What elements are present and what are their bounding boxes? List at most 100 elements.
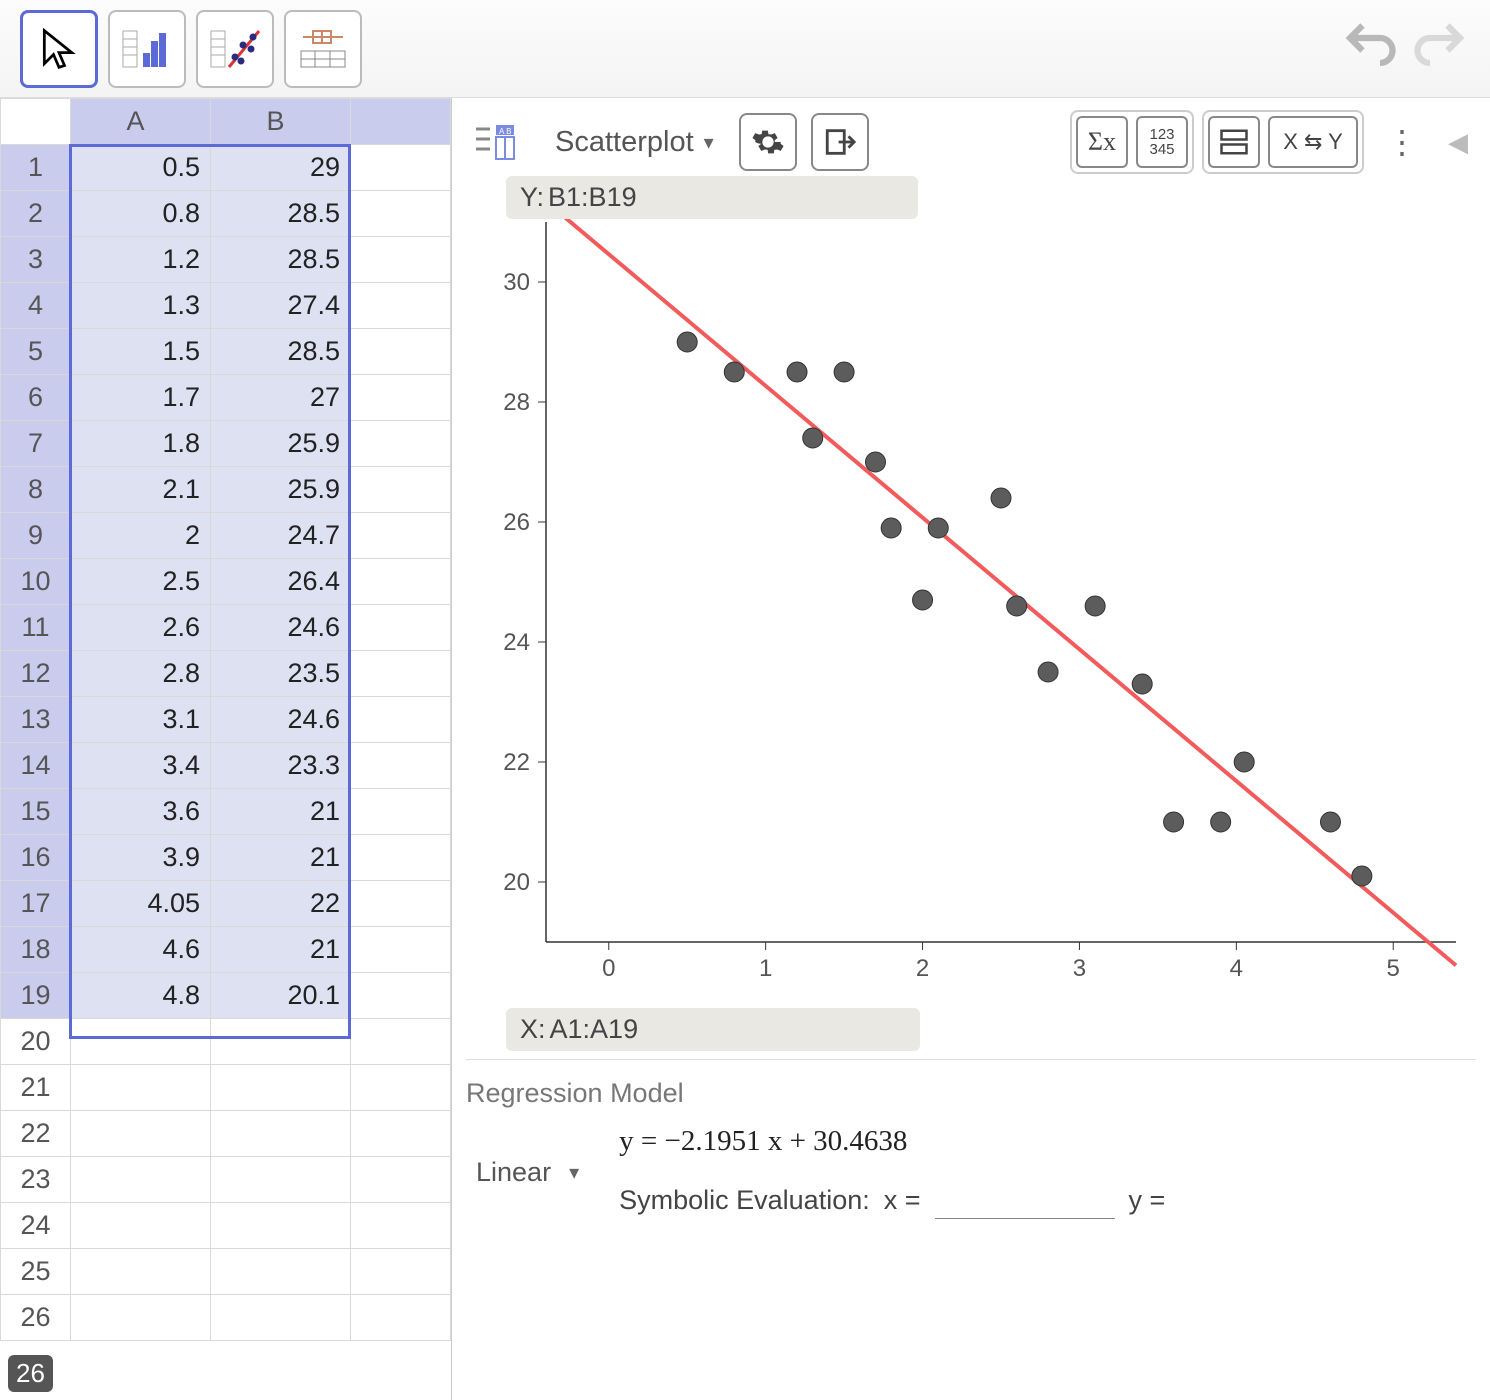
cell[interactable]: 28.5 (211, 237, 351, 283)
row-header[interactable]: 12 (1, 651, 71, 697)
sheet-row[interactable]: 163.921 (1, 835, 451, 881)
cell[interactable]: 2 (71, 513, 211, 559)
cell[interactable]: 23.5 (211, 651, 351, 697)
cell[interactable]: 21 (211, 927, 351, 973)
more-options-button[interactable]: ⋮ (1372, 123, 1432, 161)
cell[interactable]: 24.6 (211, 605, 351, 651)
sheet-row[interactable]: 24 (1, 1203, 451, 1249)
cell[interactable] (351, 881, 451, 927)
cell[interactable]: 4.8 (71, 973, 211, 1019)
cell[interactable] (71, 1065, 211, 1111)
row-header[interactable]: 15 (1, 789, 71, 835)
col-header-A[interactable]: A (71, 99, 211, 145)
cell[interactable]: 3.4 (71, 743, 211, 789)
cell[interactable] (351, 1249, 451, 1295)
cell[interactable] (211, 1019, 351, 1065)
col-header-empty[interactable] (351, 99, 451, 145)
x-axis-range-badge[interactable]: X:A1:A19 (506, 1008, 920, 1051)
sheet-row[interactable]: 102.526.4 (1, 559, 451, 605)
sheet-row[interactable]: 112.624.6 (1, 605, 451, 651)
row-header[interactable]: 9 (1, 513, 71, 559)
cell[interactable] (211, 1111, 351, 1157)
sheet-row[interactable]: 26 (1, 1295, 451, 1341)
sheet-row[interactable]: 23 (1, 1157, 451, 1203)
cell[interactable]: 1.5 (71, 329, 211, 375)
cell[interactable]: 1.3 (71, 283, 211, 329)
cell[interactable]: 3.1 (71, 697, 211, 743)
cell[interactable]: 28.5 (211, 191, 351, 237)
row-header[interactable]: 23 (1, 1157, 71, 1203)
cell[interactable]: 21 (211, 835, 351, 881)
cell[interactable] (351, 191, 451, 237)
cell[interactable] (351, 1019, 451, 1065)
row-header[interactable]: 21 (1, 1065, 71, 1111)
cell[interactable]: 20.1 (211, 973, 351, 1019)
data-source-toggle[interactable]: A B (466, 113, 524, 171)
cell[interactable]: 3.6 (71, 789, 211, 835)
cell[interactable] (71, 1019, 211, 1065)
cell[interactable] (211, 1065, 351, 1111)
cell[interactable] (351, 651, 451, 697)
cell[interactable]: 21 (211, 789, 351, 835)
cell[interactable] (351, 237, 451, 283)
col-header-B[interactable]: B (211, 99, 351, 145)
cell[interactable] (211, 1203, 351, 1249)
sheet-row[interactable]: 25 (1, 1249, 451, 1295)
cell[interactable] (351, 145, 451, 191)
swap-xy-button[interactable]: X ⇆ Y (1268, 116, 1358, 168)
cell[interactable]: 0.8 (71, 191, 211, 237)
row-header[interactable]: 20 (1, 1019, 71, 1065)
show-second-plot-button[interactable] (1208, 116, 1260, 168)
two-var-regression-button[interactable] (196, 10, 274, 88)
row-header[interactable]: 6 (1, 375, 71, 421)
cell[interactable] (71, 1111, 211, 1157)
cell[interactable] (351, 1065, 451, 1111)
cell[interactable] (351, 789, 451, 835)
cell[interactable] (351, 835, 451, 881)
row-header[interactable]: 2 (1, 191, 71, 237)
corner-cell[interactable] (1, 99, 71, 145)
row-header[interactable]: 13 (1, 697, 71, 743)
cell[interactable] (351, 1295, 451, 1341)
cell[interactable] (351, 605, 451, 651)
cell[interactable]: 24.7 (211, 513, 351, 559)
sheet-row[interactable]: 143.423.3 (1, 743, 451, 789)
multi-var-analysis-button[interactable] (284, 10, 362, 88)
cell[interactable]: 0.5 (71, 145, 211, 191)
cell[interactable] (351, 329, 451, 375)
cell[interactable] (351, 927, 451, 973)
cell[interactable] (71, 1295, 211, 1341)
cell[interactable]: 24.6 (211, 697, 351, 743)
regression-type-select[interactable]: Linear ▾ (466, 1151, 589, 1194)
row-header[interactable]: 11 (1, 605, 71, 651)
cell[interactable]: 1.8 (71, 421, 211, 467)
cell[interactable]: 2.5 (71, 559, 211, 605)
collapse-panel-button[interactable]: ◀ (1440, 127, 1476, 158)
cell[interactable] (351, 283, 451, 329)
sheet-row[interactable]: 82.125.9 (1, 467, 451, 513)
cell[interactable] (351, 513, 451, 559)
spreadsheet-table[interactable]: A B 10.52920.828.531.228.541.327.451.528… (0, 98, 451, 1341)
show-data-button[interactable]: 123 345 (1136, 116, 1188, 168)
cell[interactable]: 2.6 (71, 605, 211, 651)
cell[interactable]: 1.2 (71, 237, 211, 283)
row-header[interactable]: 4 (1, 283, 71, 329)
row-header[interactable]: 25 (1, 1249, 71, 1295)
sheet-row[interactable]: 10.529 (1, 145, 451, 191)
cell[interactable] (211, 1157, 351, 1203)
row-header[interactable]: 19 (1, 973, 71, 1019)
sheet-row[interactable]: 194.820.1 (1, 973, 451, 1019)
cell[interactable]: 25.9 (211, 421, 351, 467)
row-header[interactable]: 18 (1, 927, 71, 973)
row-header[interactable]: 3 (1, 237, 71, 283)
row-header[interactable]: 5 (1, 329, 71, 375)
cell[interactable]: 4.6 (71, 927, 211, 973)
one-var-analysis-button[interactable] (108, 10, 186, 88)
row-header[interactable]: 14 (1, 743, 71, 789)
cell[interactable]: 28.5 (211, 329, 351, 375)
sheet-row[interactable]: 153.621 (1, 789, 451, 835)
cell[interactable]: 1.7 (71, 375, 211, 421)
cell[interactable]: 27 (211, 375, 351, 421)
y-axis-range-badge[interactable]: Y:B1:B19 (506, 176, 918, 219)
symbolic-x-input[interactable] (935, 1182, 1115, 1219)
